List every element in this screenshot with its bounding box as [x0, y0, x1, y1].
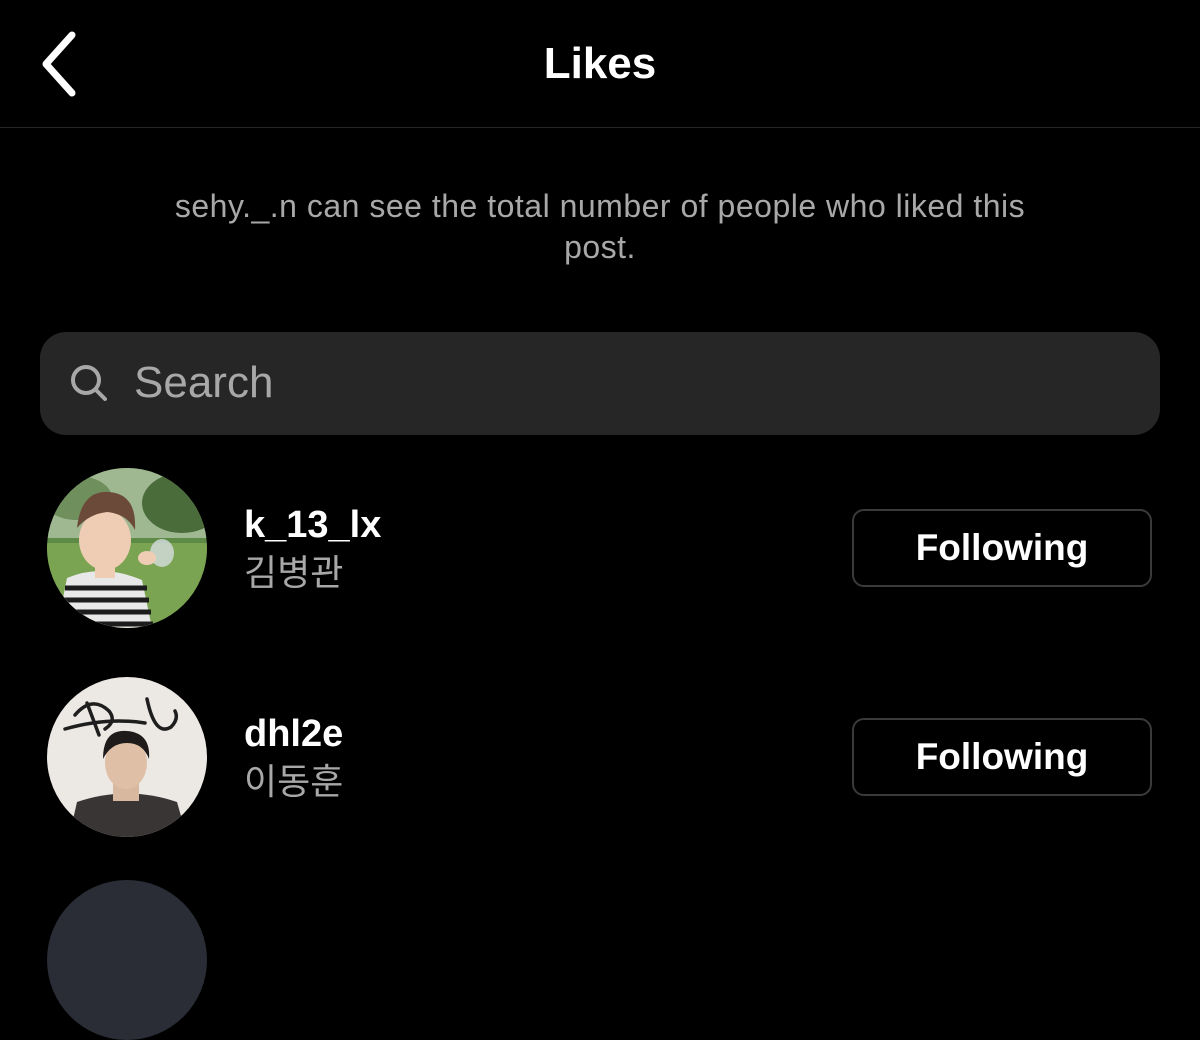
full-name: 김병관 — [244, 552, 344, 593]
username[interactable]: dhl2e — [244, 711, 343, 757]
avatar[interactable] — [47, 880, 207, 1040]
top-nav-bar: Likes — [0, 0, 1200, 128]
search-input[interactable] — [134, 352, 1114, 414]
avatar[interactable] — [47, 677, 207, 837]
following-button[interactable]: Following — [852, 718, 1152, 796]
avatar[interactable] — [47, 468, 207, 628]
full-name: 이동훈 — [244, 761, 344, 802]
list-item[interactable]: dhl2e 이동훈 Following — [0, 677, 1200, 857]
profile-photo — [47, 468, 207, 628]
page-title: Likes — [543, 39, 657, 88]
search-icon — [71, 365, 107, 401]
profile-photo-signed — [47, 677, 207, 837]
list-item[interactable]: k_13_lx 김병관 Following — [0, 468, 1200, 648]
username[interactable]: k_13_lx — [244, 502, 381, 548]
likes-visibility-notice: sehy._.n can see the total number of peo… — [174, 188, 1026, 265]
following-button[interactable]: Following — [852, 509, 1152, 587]
